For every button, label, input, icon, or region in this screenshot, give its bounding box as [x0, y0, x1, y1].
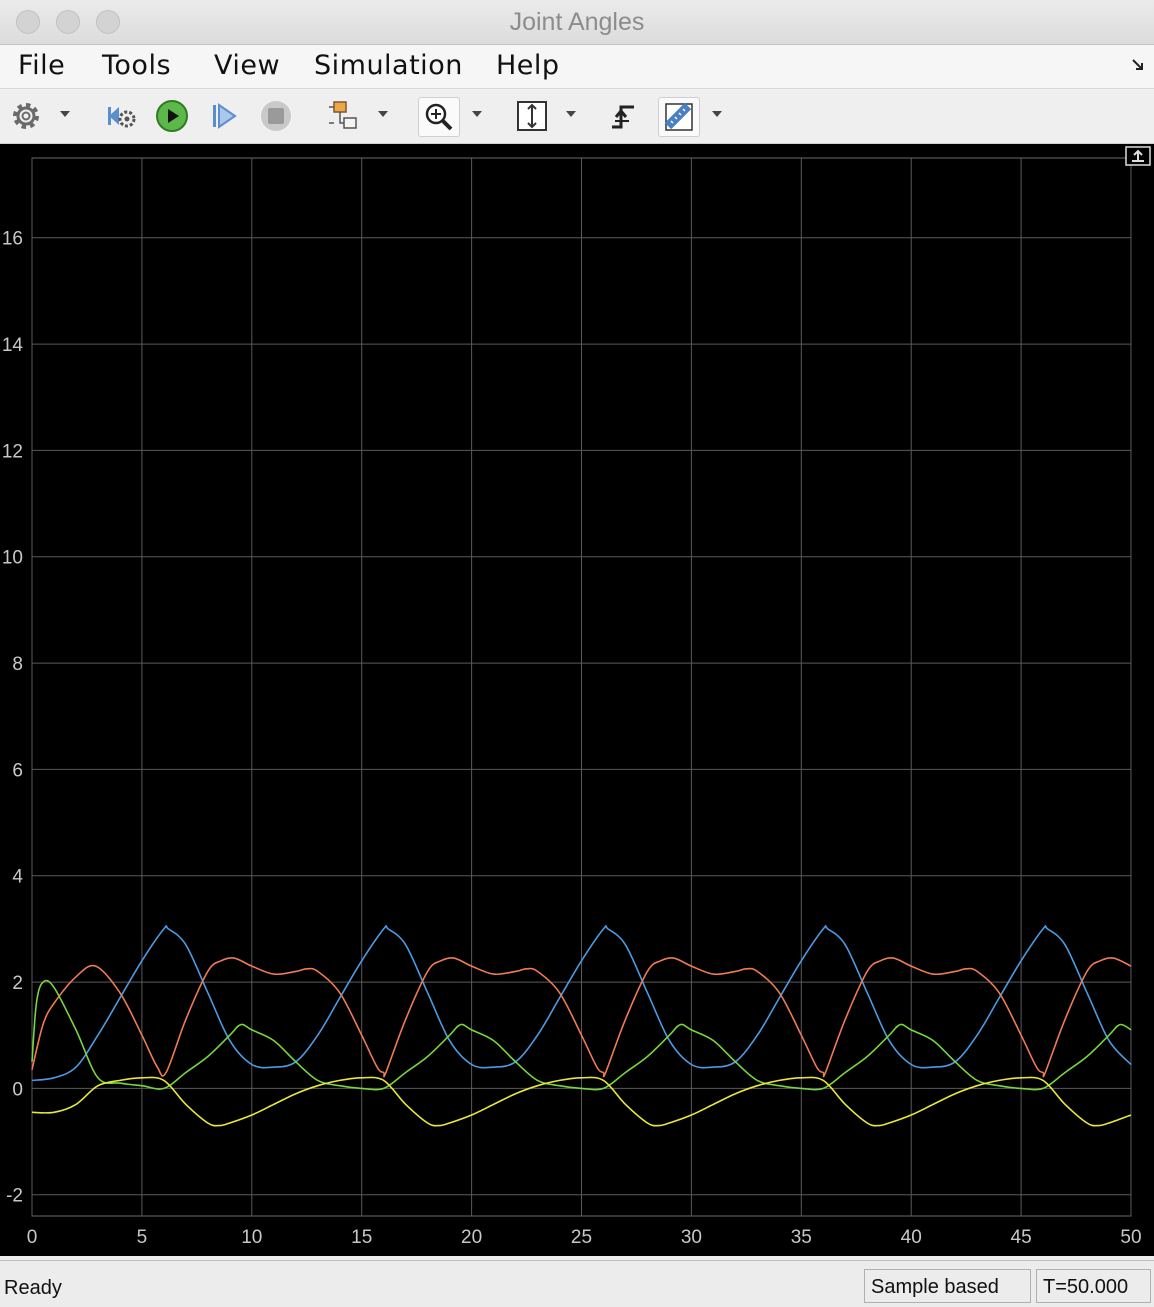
- measurements-dropdown-caret[interactable]: [712, 111, 722, 117]
- legend-toggle-icon[interactable]: [1125, 146, 1151, 166]
- status-bar: Ready Sample based T=50.000: [0, 1260, 1154, 1307]
- y-tick-label: 16: [2, 229, 23, 250]
- y-tick-label: 10: [2, 548, 23, 569]
- undock-icon[interactable]: [1130, 57, 1146, 73]
- signal-selector-dropdown-caret[interactable]: [378, 111, 388, 117]
- toolbar: [0, 89, 1154, 144]
- menu-simulation[interactable]: Simulation: [314, 50, 463, 81]
- scope-chart: 0 5 10 15 20 25 30 35 40 45 50-20246810121416: [2, 146, 1151, 1248]
- x-tick-label: 35: [791, 1227, 812, 1248]
- x-tick-label: 0: [27, 1227, 38, 1248]
- y-tick-label: -2: [6, 1186, 23, 1207]
- triggers-icon[interactable]: [606, 97, 642, 135]
- zoom-in-icon[interactable]: [418, 97, 460, 137]
- x-tick-label: 30: [681, 1227, 702, 1248]
- scope-display: 0 5 10 15 20 25 30 35 40 45 50 -2 0 2 4 6 8 10 12 14 16: [0, 144, 1154, 1256]
- menu-tools[interactable]: Tools: [102, 50, 171, 81]
- y-tick-label: 14: [2, 335, 24, 356]
- signal-selector-icon[interactable]: [326, 97, 362, 135]
- y-tick-label: 4: [12, 867, 23, 888]
- x-tick-label: 40: [901, 1227, 922, 1248]
- x-tick-label: 45: [1011, 1227, 1032, 1248]
- status-text: Ready: [4, 1277, 62, 1299]
- x-tick-label: 25: [571, 1227, 592, 1248]
- menu-file[interactable]: File: [18, 50, 65, 81]
- measurements-icon[interactable]: [658, 97, 700, 137]
- stop-icon[interactable]: [258, 97, 294, 135]
- run-icon[interactable]: [154, 97, 190, 135]
- x-tick-label: 50: [1120, 1227, 1141, 1248]
- menu-view[interactable]: View: [214, 50, 280, 81]
- gear-icon[interactable]: [8, 97, 44, 135]
- menu-bar: File Tools View Simulation Help: [0, 45, 1154, 89]
- sample-mode-indicator: Sample based: [864, 1269, 1031, 1303]
- y-tick-label: 2: [12, 973, 23, 994]
- y-tick-label: 8: [12, 654, 23, 675]
- menu-help[interactable]: Help: [496, 50, 560, 81]
- settings-dropdown-caret[interactable]: [60, 111, 70, 117]
- x-tick-label: 15: [351, 1227, 372, 1248]
- x-tick-label: 20: [461, 1227, 482, 1248]
- step-back-icon[interactable]: [104, 97, 140, 135]
- zoom-dropdown-caret[interactable]: [472, 111, 482, 117]
- window-title: Joint Angles: [509, 8, 645, 36]
- scale-axes-dropdown-caret[interactable]: [566, 111, 576, 117]
- y-tick-label: 6: [12, 760, 23, 781]
- scale-axes-icon[interactable]: [514, 97, 550, 135]
- y-tick-label: 12: [2, 441, 23, 462]
- y-tick-label: 0: [12, 1079, 23, 1100]
- window-titlebar: Joint Angles: [0, 0, 1154, 45]
- x-tick-label: 5: [137, 1227, 148, 1248]
- step-forward-icon[interactable]: [206, 97, 242, 135]
- x-tick-label: 10: [241, 1227, 262, 1248]
- simulation-time-indicator: T=50.000: [1036, 1269, 1151, 1303]
